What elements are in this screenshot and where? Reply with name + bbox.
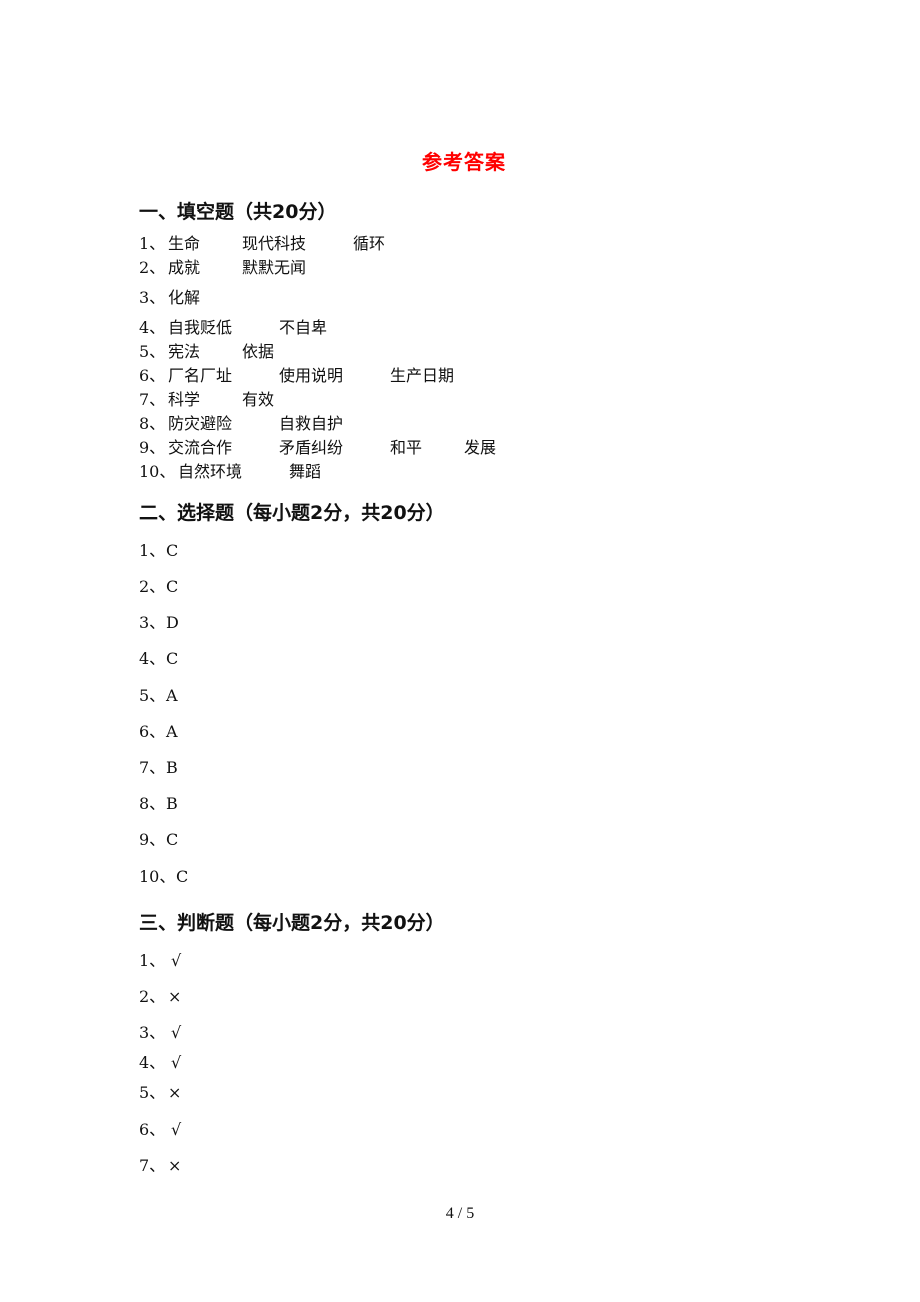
item-number: 4、	[139, 318, 166, 337]
section-heading-true-false: 三、判断题（每小题2分，共20分）	[139, 912, 445, 934]
answer: 自救自护	[279, 414, 344, 433]
item-number: 7、	[139, 1156, 166, 1175]
check-mark-icon: √	[171, 1120, 182, 1139]
item-number: 7、	[139, 390, 166, 409]
page-number: 4 / 5	[445, 1205, 475, 1222]
item-number: 3、	[139, 1023, 166, 1042]
answer: 科学	[168, 390, 201, 409]
section-heading-fill-blank: 一、填空题（共20分）	[139, 201, 337, 223]
item-number: 8、	[139, 794, 166, 813]
answer: 防灾避险	[168, 414, 233, 433]
item-number: 6、	[139, 366, 166, 385]
answer: 生命	[168, 234, 201, 253]
answer: 交流合作	[168, 438, 233, 457]
item-number: 1、	[139, 541, 166, 560]
answer: 自然环境	[178, 462, 243, 481]
answer: 循环	[353, 234, 386, 253]
item-number: 5、	[139, 342, 166, 361]
answer: C	[166, 830, 179, 849]
answer: 有效	[242, 390, 275, 409]
cross-mark-icon: ×	[168, 1156, 182, 1175]
check-mark-icon: √	[171, 1053, 182, 1072]
answer: B	[166, 794, 178, 813]
item-number: 4、	[139, 1053, 166, 1072]
answer: D	[166, 613, 179, 632]
item-number: 2、	[139, 987, 166, 1006]
item-number: 6、	[139, 1120, 166, 1139]
answer: 现代科技	[242, 234, 307, 253]
item-number: 6、	[139, 722, 166, 741]
check-mark-icon: √	[171, 1023, 182, 1042]
item-number: 1、	[139, 234, 166, 253]
cross-mark-icon: ×	[168, 987, 182, 1006]
answer: C	[166, 649, 179, 668]
item-number: 4、	[139, 649, 166, 668]
answer-key-title: 参考答案	[422, 150, 506, 174]
item-number: 3、	[139, 613, 166, 632]
item-number: 9、	[139, 830, 166, 849]
answer: 成就	[168, 258, 201, 277]
item-number: 10、	[139, 867, 176, 886]
answer: 默默无闻	[242, 258, 307, 277]
answer: 矛盾纠纷	[279, 438, 344, 457]
answer: B	[166, 758, 178, 777]
answer: C	[166, 541, 179, 560]
answer: A	[166, 722, 178, 741]
item-number: 8、	[139, 414, 166, 433]
answer: 依据	[242, 342, 275, 361]
answer: 使用说明	[279, 366, 344, 385]
item-number: 9、	[139, 438, 166, 457]
answer: 厂名厂址	[168, 366, 233, 385]
section-heading-multiple-choice: 二、选择题（每小题2分，共20分）	[139, 502, 445, 524]
cross-mark-icon: ×	[168, 1083, 182, 1102]
item-number: 1、	[139, 951, 166, 970]
answer: 宪法	[168, 342, 201, 361]
answer: 自我贬低	[168, 318, 233, 337]
item-number: 5、	[139, 686, 166, 705]
check-mark-icon: √	[171, 951, 182, 970]
item-number: 3、	[139, 288, 166, 307]
item-number: 10、	[139, 462, 176, 481]
item-number: 7、	[139, 758, 166, 777]
answer: C	[176, 867, 189, 886]
answer: 和平	[390, 438, 423, 457]
answer: 生产日期	[390, 366, 455, 385]
answer: C	[166, 577, 179, 596]
answer: 不自卑	[279, 318, 328, 337]
item-number: 2、	[139, 577, 166, 596]
answer: 化解	[168, 288, 201, 307]
item-number: 2、	[139, 258, 166, 277]
answer: 舞蹈	[289, 462, 322, 481]
answer: A	[166, 686, 178, 705]
item-number: 5、	[139, 1083, 166, 1102]
answer: 发展	[464, 438, 497, 457]
